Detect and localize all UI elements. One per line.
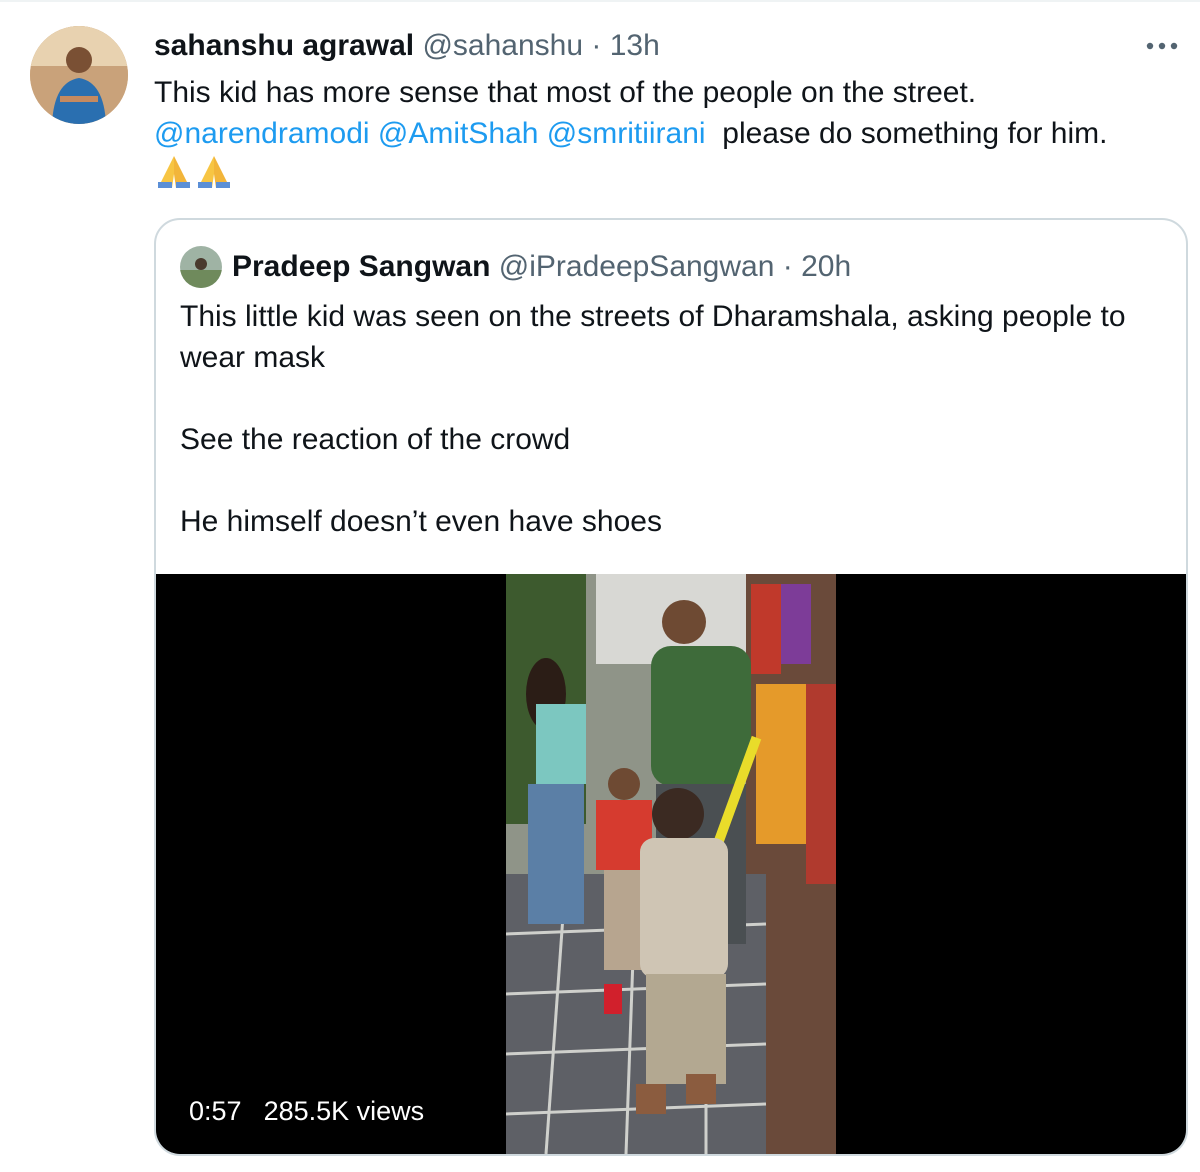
video-player[interactable]: 0:57 285.5K views <box>156 574 1186 1154</box>
quoted-paragraph: He himself doesn’t even have shoes <box>180 505 662 538</box>
more-options-button[interactable] <box>1142 30 1182 62</box>
author-name[interactable]: sahanshu agrawal <box>154 29 414 62</box>
quoted-author-handle[interactable]: @iPradeepSangwan <box>499 247 775 287</box>
quoted-tweet-text: This little kid was seen on the streets … <box>180 296 1140 542</box>
header-separator: · <box>591 29 602 62</box>
tweet-text-rest: please do something for him. <box>722 117 1108 150</box>
tweet-text: This kid has more sense that most of the… <box>154 72 1184 195</box>
author-handle[interactable]: @sahanshu <box>422 29 583 62</box>
video-metadata: 0:57 285.5K views <box>189 1094 424 1128</box>
quoted-tweet-card[interactable]: Pradeep Sangwan @iPradeepSangwan · 20h T… <box>154 218 1188 1156</box>
video-frame-image <box>506 574 836 1154</box>
folded-hands-icon <box>158 156 190 188</box>
tweet-time[interactable]: 13h <box>610 29 660 62</box>
quoted-paragraph: See the reaction of the crowd <box>180 423 571 456</box>
emoji-row <box>154 154 1184 195</box>
quoted-header-separator: · <box>782 250 793 283</box>
tweet-header: sahanshu agrawal @sahanshu · 13h <box>154 26 660 66</box>
quoted-tweet-time[interactable]: 20h <box>801 247 851 287</box>
quoted-paragraph: This little kid was seen on the streets … <box>180 300 1126 374</box>
author-avatar[interactable] <box>30 26 128 124</box>
quoted-tweet-header: Pradeep Sangwan @iPradeepSangwan · 20h <box>180 246 851 288</box>
tweet-text-line: This kid has more sense that most of the… <box>154 76 977 109</box>
mention-link[interactable]: @smritiirani <box>547 117 706 150</box>
quoted-author-avatar[interactable] <box>180 246 222 288</box>
video-duration: 0:57 <box>189 1096 242 1126</box>
more-horizontal-icon <box>1146 42 1178 50</box>
tweet-text-line: @narendramodi @AmitShah @smritiirani ple… <box>154 113 1184 154</box>
top-divider <box>0 0 1200 2</box>
mention-link[interactable]: @AmitShah <box>378 117 539 150</box>
folded-hands-icon <box>198 156 230 188</box>
mention-link[interactable]: @narendramodi <box>154 117 370 150</box>
quoted-author-name[interactable]: Pradeep Sangwan <box>232 247 490 287</box>
video-views: 285.5K views <box>263 1096 425 1126</box>
